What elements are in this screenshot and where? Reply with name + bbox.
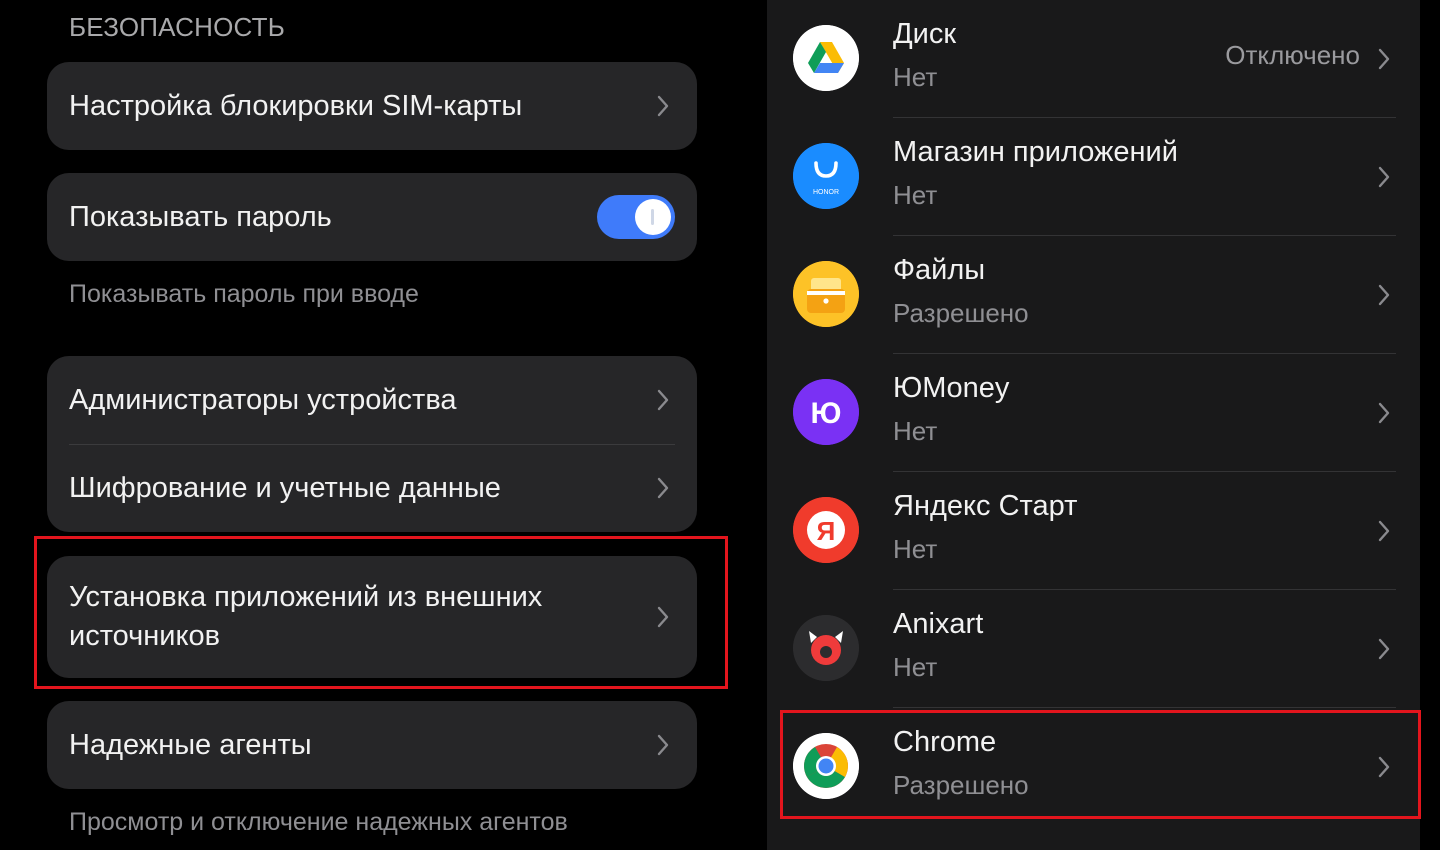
app-name: Диск [893,18,957,50]
admin-encryption-card: Администраторы устройства Шифрование и у… [47,356,697,532]
highlight-box-chrome [780,710,1421,819]
show-password-toggle[interactable] [597,195,675,239]
chevron-right-icon [1376,400,1392,426]
app-row-app-store[interactable]: HONOR Магазин приложений Нет [767,118,1420,236]
chevron-right-icon [1376,518,1392,544]
app-name: Anixart [893,608,984,640]
chevron-right-icon [655,732,671,758]
app-row-drive[interactable]: Диск Нет Отключено [767,0,1420,118]
device-admins-label: Администраторы устройства [69,383,457,416]
app-name: Файлы [893,254,986,286]
chevron-right-icon [1376,282,1392,308]
app-row-files[interactable]: Файлы Разрешено [767,236,1420,354]
app-name: Магазин приложений [893,136,1178,168]
chevron-right-icon [1376,46,1392,72]
app-state-label: Отключено [1225,40,1360,70]
app-name: Яндекс Старт [893,490,1078,522]
security-settings-panel: БЕЗОПАСНОСТЬ Настройка блокировки SIM-ка… [0,0,745,850]
app-row-anixart[interactable]: Anixart Нет [767,590,1420,708]
app-status: Нет [893,180,938,210]
app-status: Нет [893,534,938,564]
trust-agents-card: Надежные агенты [47,701,697,789]
honor-logo-text: HONOR [813,189,839,196]
trust-agents-label: Надежные агенты [69,728,312,761]
yoomoney-icon: Ю [793,379,859,445]
yoomoney-logo-text: Ю [811,397,842,430]
chevron-right-icon [1376,636,1392,662]
app-status: Разрешено [893,298,1029,328]
app-status: Нет [893,62,938,92]
device-admins-item[interactable]: Администраторы устройства [47,356,697,444]
google-drive-icon [793,25,859,91]
chevron-right-icon [655,387,671,413]
show-password-item[interactable]: Показывать пароль [47,173,697,261]
trust-agents-description: Просмотр и отключение надежных агентов [69,808,568,836]
show-password-description: Показывать пароль при вводе [69,280,419,308]
highlight-box-install-unknown [34,536,728,689]
trust-agents-item[interactable]: Надежные агенты [47,701,697,789]
chevron-right-icon [655,475,671,501]
app-status: Нет [893,416,938,446]
app-name: ЮMoney [893,372,1010,404]
toggle-knob [635,199,671,235]
app-row-yoomoney[interactable]: Ю ЮMoney Нет [767,354,1420,472]
app-row-yandex-start[interactable]: Я Яндекс Старт Нет [767,472,1420,590]
chevron-right-icon [655,93,671,119]
show-password-card: Показывать пароль [47,173,697,261]
encryption-item[interactable]: Шифрование и учетные данные [47,444,697,532]
sim-lock-label: Настройка блокировки SIM-карты [69,89,523,122]
encryption-label: Шифрование и учетные данные [69,471,501,504]
anixart-icon [793,615,859,681]
app-status: Нет [893,652,938,682]
files-icon [793,261,859,327]
sim-lock-item[interactable]: Настройка блокировки SIM-карты [47,62,697,150]
section-title: БЕЗОПАСНОСТЬ [69,12,285,42]
sim-lock-card: Настройка блокировки SIM-карты [47,62,697,150]
yandex-start-icon: Я [793,497,859,563]
show-password-label: Показывать пароль [69,200,332,233]
honor-app-store-icon: HONOR [793,143,859,209]
yandex-logo-text: Я [817,516,836,546]
chevron-right-icon [1376,164,1392,190]
